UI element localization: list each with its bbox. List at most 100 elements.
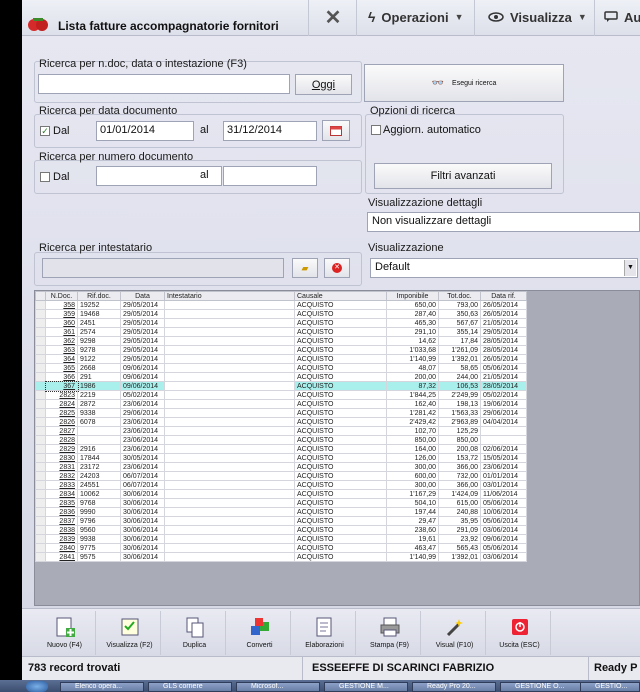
- clear-button[interactable]: ✕: [324, 258, 350, 278]
- row-selector[interactable]: [35, 471, 46, 481]
- row-selector[interactable]: [35, 399, 46, 409]
- folder-button[interactable]: ▰: [292, 258, 318, 278]
- cell-ndoc[interactable]: 2824: [45, 399, 78, 409]
- cell-ndoc[interactable]: 2825: [45, 408, 78, 418]
- cell-ndoc[interactable]: 2829: [45, 444, 78, 454]
- taskbar-item[interactable]: GESTIONE O...: [500, 682, 584, 692]
- cell-ndoc[interactable]: 2835: [45, 498, 78, 508]
- table-row[interactable]: 363 9278 29/05/2014 ACQUISTO 1'033,68 1'261,0…: [35, 345, 527, 355]
- row-selector[interactable]: [35, 426, 46, 436]
- calendar-button[interactable]: [322, 120, 350, 141]
- table-row[interactable]: 2836 9990 30/06/2014 ACQUISTO 197,44 240,88 10…: [35, 507, 527, 517]
- cell-ndoc[interactable]: 2828: [45, 435, 78, 445]
- table-row[interactable]: 2824 2872 23/06/2014 ACQUISTO 162,40 198,13 19…: [35, 399, 527, 409]
- column-header[interactable]: Data rif.: [480, 291, 527, 301]
- cell-ndoc[interactable]: 2826: [45, 417, 78, 427]
- table-row[interactable]: 358 19252 29/05/2014 ACQUISTO 650,00 793,00 26…: [35, 300, 527, 310]
- date-from-field[interactable]: 01/01/2014: [96, 121, 194, 141]
- row-selector[interactable]: [35, 309, 46, 319]
- column-header[interactable]: Rif.doc.: [77, 291, 121, 301]
- visualizza-menu[interactable]: Visualizza ▼: [488, 0, 587, 34]
- row-selector[interactable]: [35, 435, 46, 445]
- row-selector[interactable]: [35, 444, 46, 454]
- toolbar-button[interactable]: Visualizza (F2): [99, 611, 161, 655]
- invoice-grid[interactable]: N.Doc. Rif.doc. Data Intestatario Causal…: [34, 290, 640, 606]
- column-header[interactable]: Imponibile: [386, 291, 439, 301]
- toolbar-button[interactable]: Visual (F10): [424, 611, 486, 655]
- cell-ndoc[interactable]: 363: [45, 345, 78, 355]
- row-selector[interactable]: [35, 525, 46, 535]
- close-button[interactable]: ✕: [322, 0, 344, 34]
- row-selector[interactable]: [35, 543, 46, 553]
- cell-ndoc[interactable]: 2838: [45, 525, 78, 535]
- date-to-field[interactable]: 31/12/2014: [223, 121, 317, 141]
- toolbar-button[interactable]: Converti: [229, 611, 291, 655]
- table-row[interactable]: 2825 9338 29/06/2014 ACQUISTO 1'281,42 1'563,…: [35, 408, 527, 418]
- column-header[interactable]: N.Doc.: [45, 291, 78, 301]
- dal2-checkbox[interactable]: [40, 172, 50, 182]
- row-selector[interactable]: [35, 390, 46, 400]
- row-selector[interactable]: [35, 480, 46, 490]
- cell-ndoc[interactable]: 358: [45, 300, 78, 310]
- row-selector[interactable]: [35, 408, 46, 418]
- row-selector[interactable]: [35, 516, 46, 526]
- row-selector[interactable]: [35, 462, 46, 472]
- aggiorn-checkbox[interactable]: [371, 125, 381, 135]
- toolbar-button[interactable]: Uscita (ESC): [489, 611, 551, 655]
- toolbar-button[interactable]: Duplica: [164, 611, 226, 655]
- cell-ndoc[interactable]: 2839: [45, 534, 78, 544]
- table-row[interactable]: 2840 9775 30/06/2014 ACQUISTO 463,47 565,43 05…: [35, 543, 527, 553]
- au-menu[interactable]: Au: [604, 0, 640, 34]
- esegui-ricerca-button[interactable]: 👓 Esegui ricerca: [364, 64, 564, 102]
- cell-ndoc[interactable]: 2831: [45, 462, 78, 472]
- cell-ndoc[interactable]: 2837: [45, 516, 78, 526]
- table-row[interactable]: 2826 6078 23/06/2014 ACQUISTO 2'429,42 2'963,…: [35, 417, 527, 427]
- row-selector[interactable]: [35, 345, 46, 355]
- table-row[interactable]: 367 1986 09/06/2014 ACQUISTO 87,32 106,53 28/0…: [35, 380, 527, 392]
- cell-ndoc[interactable]: 2841: [45, 552, 78, 562]
- table-row[interactable]: 2837 9796 30/06/2014 ACQUISTO 29,47 35,95 05/0…: [35, 516, 527, 526]
- column-header[interactable]: Tot.doc.: [438, 291, 481, 301]
- table-row[interactable]: 2834 10062 30/06/2014 ACQUISTO 1'167,29 1'424…: [35, 489, 527, 499]
- cell-ndoc[interactable]: 365: [45, 363, 78, 373]
- column-header[interactable]: Causale: [294, 291, 387, 301]
- row-selector[interactable]: [35, 372, 46, 382]
- toolbar-button[interactable]: Stampa (F9): [359, 611, 421, 655]
- cell-ndoc[interactable]: 2836: [45, 507, 78, 517]
- row-selector[interactable]: [35, 489, 46, 499]
- dal-checkbox[interactable]: ✓: [40, 126, 50, 136]
- oggi-button[interactable]: Oggi: [295, 74, 352, 95]
- row-selector[interactable]: [35, 381, 46, 391]
- row-selector[interactable]: [35, 534, 46, 544]
- table-row[interactable]: 2839 9938 30/06/2014 ACQUISTO 19,61 23,92 09/0…: [35, 534, 527, 544]
- taskbar-item[interactable]: Elenco opera...: [60, 682, 144, 692]
- cell-ndoc[interactable]: 2834: [45, 489, 78, 499]
- row-selector[interactable]: [35, 363, 46, 373]
- table-row[interactable]: 2833 24551 06/07/2014 ACQUISTO 300,00 366,00 0…: [35, 480, 527, 490]
- search-input[interactable]: [38, 74, 290, 94]
- row-selector[interactable]: [35, 300, 46, 310]
- taskbar-item[interactable]: Microsof...: [236, 682, 320, 692]
- toolbar-button[interactable]: Elaborazioni: [294, 611, 356, 655]
- row-selector[interactable]: [35, 417, 46, 427]
- start-button[interactable]: [26, 681, 48, 692]
- table-row[interactable]: 362 9298 29/05/2014 ACQUISTO 14,62 17,84 28/05…: [35, 336, 527, 346]
- cell-ndoc[interactable]: 364: [45, 354, 78, 364]
- table-row[interactable]: 366 291 09/06/2014 ACQUISTO 200,00 244,00 21/0…: [35, 372, 527, 382]
- row-selector[interactable]: [35, 507, 46, 517]
- row-selector[interactable]: [35, 318, 46, 328]
- table-row[interactable]: 2841 9575 30/06/2014 ACQUISTO 1'140,99 1'392,…: [35, 552, 527, 562]
- table-row[interactable]: 364 9122 29/05/2014 ACQUISTO 1'140,99 1'392,0…: [35, 354, 527, 364]
- cell-ndoc[interactable]: 2840: [45, 543, 78, 553]
- row-selector[interactable]: [35, 327, 46, 337]
- vis-select[interactable]: Default ▼: [370, 258, 638, 278]
- table-row[interactable]: 2832 24203 06/07/2014 ACQUISTO 600,00 732,00 0…: [35, 471, 527, 481]
- table-row[interactable]: 2823 2219 05/02/2014 ACQUISTO 1'844,25 2'249,…: [35, 390, 527, 400]
- toolbar-button[interactable]: Nuovo (F4): [34, 611, 96, 655]
- intestatario-field[interactable]: [42, 258, 284, 278]
- table-row[interactable]: 2829 2916 23/06/2014 ACQUISTO 164,00 200,08 02…: [35, 444, 527, 454]
- cell-ndoc[interactable]: 2833: [45, 480, 78, 490]
- num-to-field[interactable]: [223, 166, 317, 186]
- cell-ndoc[interactable]: 359: [45, 309, 78, 319]
- table-row[interactable]: 2828 23/06/2014 ACQUISTO 850,00 850,00: [35, 435, 527, 445]
